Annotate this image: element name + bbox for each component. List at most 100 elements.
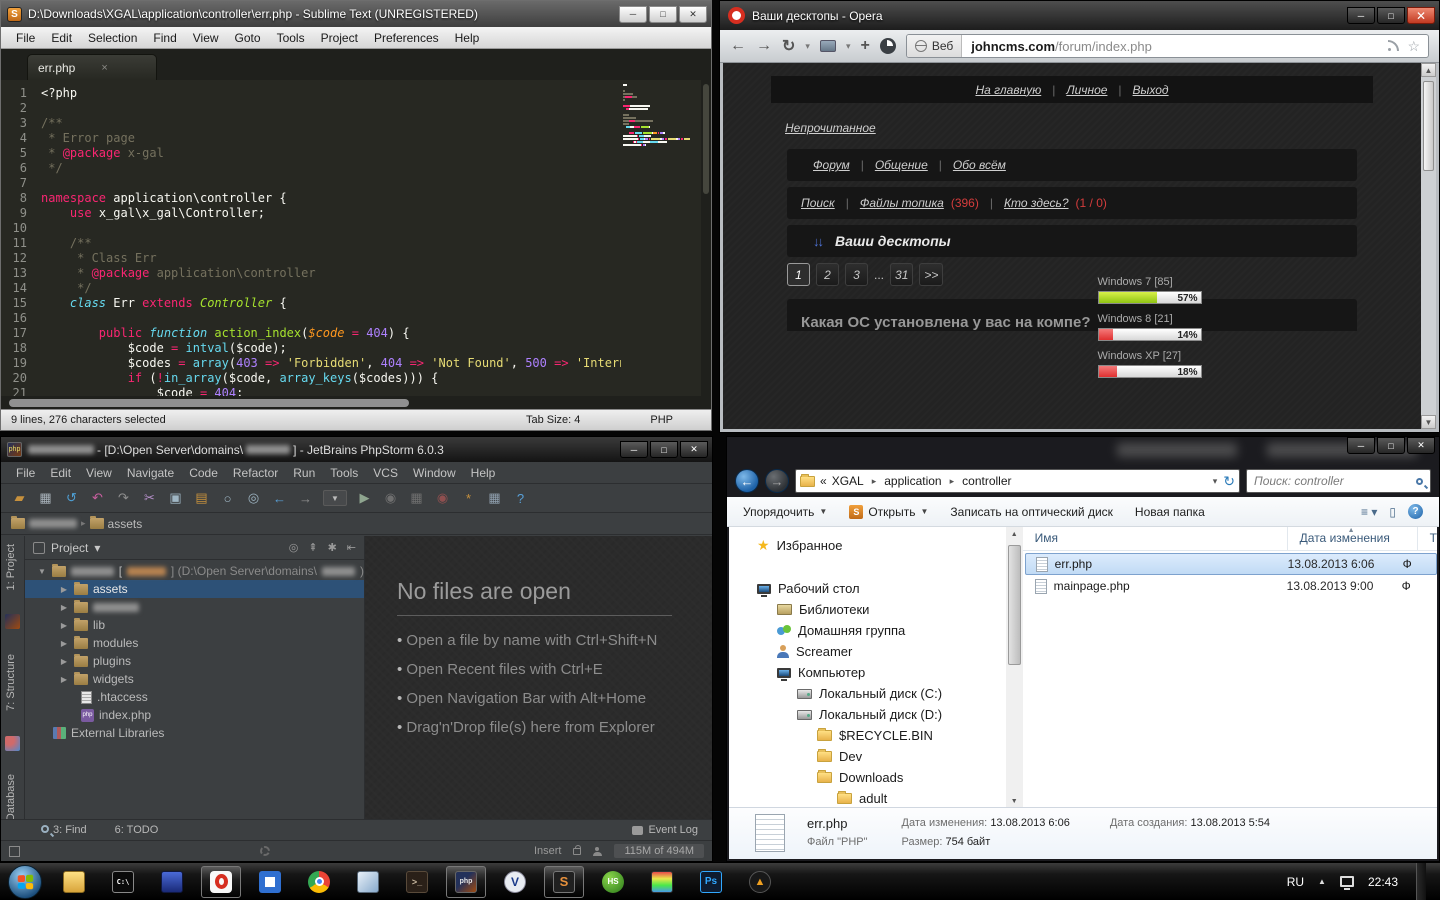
back-button[interactable]: ← [735, 469, 759, 493]
nav-item-Dev[interactable]: Dev [729, 746, 1006, 767]
menu-project[interactable]: Project [314, 29, 365, 47]
memory-indicator[interactable]: 115M of 494M [614, 844, 704, 858]
taskbar-explorer[interactable] [54, 866, 94, 898]
topic-files-link[interactable]: Файлы топика [860, 196, 944, 210]
project-dropdown-icon[interactable]: ▾ [94, 541, 100, 555]
nav-item-ЛокальныйдискD[interactable]: Локальный диск (D:) [729, 704, 1006, 725]
toolwindow-database-tab[interactable]: Database [5, 774, 17, 821]
breadcrumb-overflow-icon[interactable]: « [820, 474, 827, 488]
url-text[interactable]: johncms.com/forum/index.php [962, 39, 1152, 54]
nav-link-2[interactable]: Общение [875, 158, 928, 172]
tab-err-php[interactable]: err.php × [27, 54, 157, 80]
close-button[interactable]: ✕ [679, 6, 707, 23]
file-row-mainpagephp[interactable]: mainpage.php13.08.2013 9:00Ф [1025, 575, 1437, 597]
maximize-button[interactable]: □ [1377, 7, 1405, 24]
toolwindow-toggle-icon[interactable] [9, 846, 20, 857]
undo-icon[interactable]: ↶ [89, 490, 106, 506]
tree-item-lib[interactable]: ▶lib [25, 616, 364, 634]
who-is-here-link[interactable]: Кто здесь? [1004, 196, 1069, 210]
collapsed-icon[interactable]: ▶ [59, 675, 69, 684]
scrollbar-thumb[interactable] [9, 399, 409, 407]
taskbar-chrome[interactable] [299, 866, 339, 898]
tree-item-blurred[interactable]: ▶ [25, 598, 364, 616]
menu-selection[interactable]: Selection [81, 29, 144, 47]
save-icon[interactable]: ▦ [37, 490, 54, 506]
change-view-icon[interactable]: ≡ ▾ [1361, 505, 1377, 519]
taskbar-sublime[interactable]: S [544, 866, 584, 898]
breadcrumb-xgal[interactable]: XGAL [832, 474, 864, 488]
hide-panel-icon[interactable]: ⇤ [347, 541, 356, 554]
settings-gear-icon[interactable]: ✱ [328, 541, 337, 554]
nav-link-3[interactable]: Обо всём [953, 158, 1006, 172]
explorer-titlebar[interactable]: ─ □ ✕ [727, 437, 1439, 465]
help-icon[interactable]: ? [1408, 504, 1423, 519]
tab-size-indicator[interactable]: Tab Size: 4 [526, 414, 580, 426]
scrollbar-thumb[interactable] [1008, 545, 1021, 665]
collapse-all-icon[interactable]: ⇞ [308, 541, 317, 554]
scrollbar-thumb[interactable] [1423, 81, 1434, 171]
sync-icon[interactable]: ↺ [63, 490, 80, 506]
nav-scrollbar[interactable]: ▲ ▼ [1006, 527, 1023, 809]
nav-item-Рабочийстол[interactable]: Рабочий стол [729, 578, 1006, 599]
menu-code[interactable]: Code [182, 464, 225, 482]
close-button[interactable]: ✕ [1407, 437, 1435, 454]
page-button->>[interactable]: >> [919, 263, 943, 286]
top-link-1[interactable]: На главную [975, 83, 1041, 97]
help-icon[interactable]: ? [512, 491, 529, 506]
expanded-icon[interactable]: ▼ [37, 567, 47, 576]
menu-find[interactable]: Find [146, 29, 183, 47]
syntax-indicator[interactable]: PHP [650, 414, 673, 426]
vertical-scrollbar[interactable] [701, 80, 711, 396]
show-hidden-icons[interactable]: ▲ [1318, 877, 1326, 886]
minimize-button[interactable]: ─ [1347, 7, 1375, 24]
menu-help[interactable]: Help [464, 464, 503, 482]
images-dropdown-icon[interactable]: ▾ [846, 41, 851, 52]
toolbar-упорядочить[interactable]: Упорядочить▼ [743, 505, 827, 519]
taskbar-hs[interactable]: HS [593, 866, 633, 898]
menu-goto[interactable]: Goto [228, 29, 268, 47]
opera-titlebar[interactable]: Ваши десктопы - Opera ─ □ ✕ [720, 1, 1439, 30]
language-indicator[interactable]: RU [1287, 875, 1304, 889]
menu-refactor[interactable]: Refactor [226, 464, 285, 482]
paste-icon[interactable]: ▤ [193, 490, 210, 506]
page-button-1[interactable]: 1 [787, 263, 810, 286]
unread-link[interactable]: Непрочитанное [785, 121, 876, 135]
nav-item-Домашняягруппа[interactable]: Домашняя группа [729, 620, 1006, 641]
toolbar-открыть[interactable]: SОткрыть▼ [849, 505, 928, 519]
nav-item-ЛокальныйдискC[interactable]: Локальный диск (C:) [729, 683, 1006, 704]
menu-navigate[interactable]: Navigate [120, 464, 181, 482]
menu-preferences[interactable]: Preferences [367, 29, 446, 47]
images-icon[interactable] [820, 40, 836, 52]
breadcrumb-controller[interactable]: controller [962, 474, 1011, 488]
menu-view[interactable]: View [186, 29, 226, 47]
menu-edit[interactable]: Edit [44, 29, 79, 47]
taskbar-v-app[interactable]: V [495, 866, 535, 898]
maximize-button[interactable]: □ [650, 441, 678, 458]
menu-window[interactable]: Window [406, 464, 463, 482]
page-button-31[interactable]: 31 [890, 263, 913, 286]
collapsed-icon[interactable]: ▶ [59, 639, 69, 648]
back-icon[interactable]: ← [730, 37, 746, 55]
scroll-up-icon[interactable]: ▲ [1006, 527, 1023, 542]
toolbar-записать[interactable]: Записать на оптический диск [950, 505, 1113, 519]
close-button[interactable]: ✕ [680, 441, 708, 458]
tab-close-icon[interactable]: × [101, 62, 107, 74]
coverage-icon[interactable]: ▦ [408, 490, 425, 506]
reload-icon[interactable]: ↻ [782, 36, 795, 56]
preview-pane-icon[interactable]: ▯ [1389, 505, 1396, 519]
close-button[interactable]: ✕ [1407, 7, 1435, 24]
search-icon[interactable] [1416, 478, 1423, 485]
tree-item-assets[interactable]: ▶assets [25, 580, 364, 598]
open-icon[interactable]: ▰ [11, 490, 28, 506]
opera-turbo-icon[interactable] [880, 38, 896, 54]
nav-item-Downloads[interactable]: Downloads [729, 767, 1006, 788]
maximize-button[interactable]: □ [1377, 437, 1405, 454]
nav-item-Screamer[interactable]: Screamer [729, 641, 1006, 662]
maximize-button[interactable]: □ [649, 6, 677, 23]
refresh-icon[interactable]: ↻ [1223, 473, 1235, 490]
phpstorm-breadcrumb[interactable]: ▸ assets [1, 513, 712, 535]
event-log-button[interactable]: Event Log [632, 824, 712, 836]
locate-icon[interactable]: ◎ [289, 541, 299, 554]
menu-help[interactable]: Help [448, 29, 487, 47]
menu-file[interactable]: File [9, 464, 42, 482]
